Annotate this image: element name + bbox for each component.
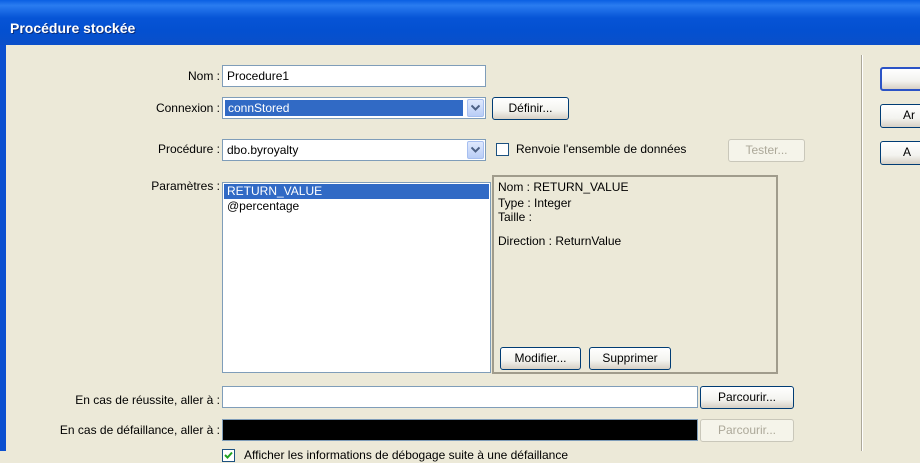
procedure-select[interactable]: dbo.byroyalty [222,139,486,161]
defaillance-input[interactable] [222,419,698,441]
procedure-value: dbo.byroyalty [227,143,299,157]
parcourir-button[interactable]: Parcourir... [700,386,794,409]
check-icon [224,451,233,459]
renvoie-checkbox[interactable] [496,143,509,156]
renvoie-label: Renvoie l'ensemble de données [516,142,687,156]
connexion-label: Connexion : [155,101,220,115]
help-button[interactable]: A [880,141,920,165]
definir-button[interactable]: Définir... [492,97,569,120]
parametres-label: Paramètres : [151,179,220,193]
modifier-button[interactable]: Modifier... [500,347,581,370]
ok-button[interactable] [880,67,920,91]
cancel-button[interactable]: Ar [880,104,920,128]
reussite-input[interactable] [222,386,698,408]
divider [861,55,863,451]
debug-label: Afficher les informations de débogage su… [244,448,568,462]
chevron-down-icon[interactable] [467,99,484,117]
detail-type: Type : Integer [498,196,572,210]
procedure-label: Procédure : [157,142,220,156]
parameter-details-panel: Nom : RETURN_VALUE Type : Integer Taille… [492,175,778,374]
title-bar[interactable]: Procédure stockée [0,0,920,45]
defaillance-label: En cas de défaillance, aller à : [59,423,220,437]
supprimer-button[interactable]: Supprimer [589,347,671,370]
detail-direction: Direction : ReturnValue [498,234,622,248]
reussite-label: En cas de réussite, aller à : [75,393,220,407]
nom-input[interactable]: Procedure1 [222,65,486,87]
parcourir-disabled-button[interactable]: Parcourir... [700,419,794,442]
detail-nom: Nom : RETURN_VALUE [498,180,629,194]
connexion-select[interactable]: connStored [222,97,486,119]
tester-button[interactable]: Tester... [728,139,805,162]
list-item[interactable]: RETURN_VALUE [224,184,489,199]
chevron-down-icon[interactable] [467,141,484,159]
dialog-body: Nom : Procedure1 Connexion : connStored … [6,45,920,462]
list-item[interactable]: @percentage [224,199,489,214]
detail-taille: Taille : [498,210,533,224]
nom-label: Nom : [187,69,220,83]
window-title: Procédure stockée [10,20,136,36]
connexion-value: connStored [225,100,463,116]
parameters-list[interactable]: RETURN_VALUE @percentage [222,182,491,373]
